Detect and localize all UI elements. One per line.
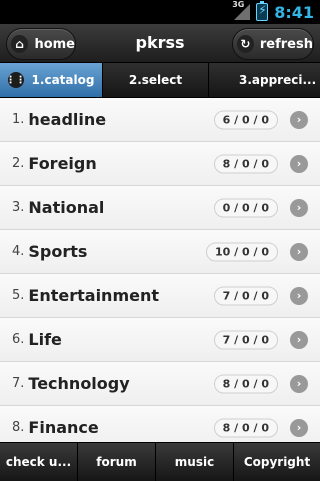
list-item[interactable]: 4. Sports 10 / 0 / 0 › bbox=[0, 230, 320, 274]
chevron-right-icon: › bbox=[290, 110, 308, 129]
tab-select-label: 2.select bbox=[128, 73, 183, 87]
list-item[interactable]: 3. National 0 / 0 / 0 › bbox=[0, 186, 320, 230]
network-type: 3G bbox=[232, 0, 245, 9]
chevron-right-icon: › bbox=[290, 286, 308, 305]
refresh-icon: ↻ bbox=[237, 35, 254, 53]
count-badge: 8 / 0 / 0 bbox=[213, 374, 278, 393]
list-item[interactable]: 7. Technology 8 / 0 / 0 › bbox=[0, 362, 320, 406]
count-badge: 0 / 0 / 0 bbox=[213, 198, 278, 217]
list-item[interactable]: 1. headline 6 / 0 / 0 › bbox=[0, 98, 320, 142]
item-number: 5. bbox=[12, 288, 25, 303]
chevron-right-icon: › bbox=[290, 374, 308, 393]
footer-music[interactable]: music bbox=[156, 443, 234, 481]
item-label: Technology bbox=[28, 374, 130, 393]
count-badge: 10 / 0 / 0 bbox=[206, 242, 278, 261]
app-header: pkrss ⌂ home ↻ refresh bbox=[0, 24, 320, 63]
item-label: Sports bbox=[28, 242, 88, 261]
footer-nav: check u... forum music Copyright bbox=[0, 442, 320, 481]
footer-forum[interactable]: forum bbox=[78, 443, 156, 481]
chevron-right-icon: › bbox=[290, 198, 308, 217]
status-icons: 3G ⚡ 8:41 bbox=[232, 0, 314, 24]
chevron-right-icon: › bbox=[290, 154, 308, 173]
tab-appreciate[interactable]: 3.appreci... bbox=[209, 63, 320, 97]
refresh-button[interactable]: ↻ refresh bbox=[232, 28, 314, 60]
item-number: 7. bbox=[12, 376, 25, 391]
item-number: 3. bbox=[12, 200, 25, 215]
item-label: Finance bbox=[28, 418, 99, 437]
clock: 8:41 bbox=[274, 2, 314, 22]
list-item[interactable]: 2. Foreign 8 / 0 / 0 › bbox=[0, 142, 320, 186]
tab-catalog[interactable]: ⋮⋮ 1.catalog bbox=[0, 63, 103, 97]
item-label: headline bbox=[28, 110, 107, 129]
signal-icon: 3G bbox=[232, 0, 251, 20]
tab-select[interactable]: 2.select bbox=[103, 63, 209, 97]
home-button[interactable]: ⌂ home bbox=[6, 28, 76, 60]
grid-icon: ⋮⋮ bbox=[6, 72, 26, 88]
tab-appreciate-label: 3.appreci... bbox=[239, 73, 317, 87]
item-label: Entertainment bbox=[28, 286, 159, 305]
item-number: 4. bbox=[12, 244, 25, 259]
category-list: 1. headline 6 / 0 / 0 › 2. Foreign 8 / 0… bbox=[0, 98, 320, 442]
item-label: Foreign bbox=[28, 154, 97, 173]
item-label: Life bbox=[28, 330, 62, 349]
list-item[interactable]: 5. Entertainment 7 / 0 / 0 › bbox=[0, 274, 320, 318]
item-number: 2. bbox=[12, 156, 25, 171]
status-bar: 3G ⚡ 8:41 bbox=[0, 0, 320, 24]
item-number: 6. bbox=[12, 332, 25, 347]
tab-catalog-label: 1.catalog bbox=[31, 73, 95, 87]
count-badge: 7 / 0 / 0 bbox=[213, 286, 278, 305]
item-label: National bbox=[28, 198, 105, 217]
chevron-right-icon: › bbox=[290, 418, 308, 437]
footer-check-update[interactable]: check u... bbox=[0, 443, 78, 481]
tab-bar: ⋮⋮ 1.catalog 2.select 3.appreci... bbox=[0, 63, 320, 98]
count-badge: 6 / 0 / 0 bbox=[213, 110, 278, 129]
count-badge: 8 / 0 / 0 bbox=[213, 418, 278, 437]
home-label: home bbox=[34, 36, 75, 52]
chevron-right-icon: › bbox=[290, 242, 308, 261]
home-icon: ⌂ bbox=[11, 35, 29, 53]
footer-copyright[interactable]: Copyright bbox=[234, 443, 320, 481]
item-number: 8. bbox=[12, 420, 25, 435]
count-badge: 7 / 0 / 0 bbox=[213, 330, 278, 349]
battery-icon: ⚡ bbox=[256, 1, 269, 21]
count-badge: 8 / 0 / 0 bbox=[213, 154, 278, 173]
refresh-label: refresh bbox=[259, 36, 313, 52]
list-item[interactable]: 8. Finance 8 / 0 / 0 › bbox=[0, 406, 320, 442]
list-item[interactable]: 6. Life 7 / 0 / 0 › bbox=[0, 318, 320, 362]
chevron-right-icon: › bbox=[290, 330, 308, 349]
item-number: 1. bbox=[12, 112, 25, 127]
